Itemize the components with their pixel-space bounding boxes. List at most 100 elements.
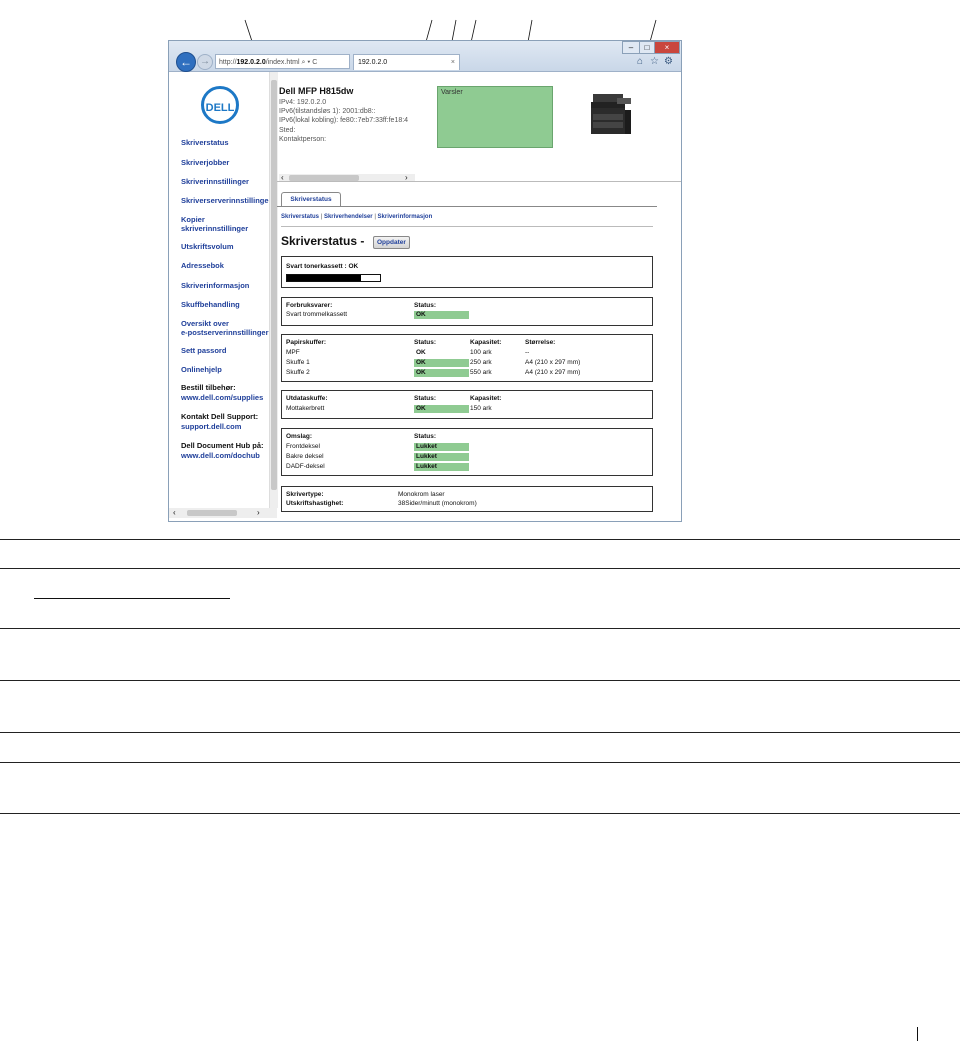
nav-item-tray-management[interactable]: Skuffbehandling <box>181 300 240 309</box>
output-tray-section: Utdataskuffe: Status: Kapasitet: Mottake… <box>281 390 653 419</box>
tab-printer-status[interactable]: Skriverstatus <box>281 192 341 207</box>
maximize-icon[interactable]: □ <box>639 41 655 54</box>
address-controls[interactable]: ⌕ ▾ C <box>302 59 318 66</box>
print-speed-value: 38Sider/minutt (monokrom) <box>398 500 477 507</box>
consumables-section: Forbruksvarer: Status: Svart trommelkass… <box>281 297 653 326</box>
scroll-right-icon[interactable]: › <box>257 508 260 518</box>
printer-type-value: Monokrom laser <box>398 491 445 498</box>
nav-item-online-help[interactable]: Onlinehjelp <box>181 365 222 374</box>
output-tray-name: Mottakerbrett <box>286 405 325 412</box>
ipv6-stateless: IPv6(tilstandsløs 1): 2001:db8:: <box>279 108 376 115</box>
address-prefix: http:// <box>219 59 237 66</box>
browser-window: ← → http://192.0.2.0/index.html ⌕ ▾ C 19… <box>168 40 682 522</box>
nav-item-status[interactable]: Skriverstatus <box>181 138 229 147</box>
cover-name: Bakre deksel <box>286 453 324 460</box>
cover-name: Frontdeksel <box>286 443 320 450</box>
nav-item-jobs[interactable]: Skriverjobber <box>181 158 229 167</box>
settings-gear-icon[interactable]: ⚙ <box>664 56 673 67</box>
page-content: DELL Skriverstatus Skriverjobber Skriver… <box>169 72 681 521</box>
supplies-label: Bestill tilbehør: <box>181 383 236 392</box>
output-tray-capacity: 150 ark <box>470 405 492 412</box>
nav-item-printer-info[interactable]: Skriverinformasjon <box>181 281 249 290</box>
tray-row-size: A4 (210 x 297 mm) <box>525 359 581 366</box>
tab-close-icon[interactable]: × <box>451 55 455 71</box>
tray-row-status: OK <box>414 369 469 377</box>
nav-item-email-overview[interactable]: Oversikt over e-postserverinnstillinger <box>181 319 269 337</box>
header-divider <box>277 181 681 182</box>
sublink-status[interactable]: Skriverstatus <box>281 214 319 220</box>
sublink-separator: | <box>374 214 376 220</box>
page-marker <box>917 1027 918 1041</box>
toner-section: Svart tonerkassett : OK <box>281 256 653 288</box>
tray-row-size: A4 (210 x 297 mm) <box>525 369 581 376</box>
tray-row-capacity: 100 ark <box>470 349 492 356</box>
cover-status: Lukket <box>414 443 469 451</box>
tray-row-status: OK <box>414 359 469 367</box>
tray-row-capacity: 250 ark <box>470 359 492 366</box>
covers-header: Omslag: <box>286 433 313 440</box>
sublink-events[interactable]: Skriverhendelser <box>324 214 373 220</box>
nav-item-server-settings[interactable]: Skriverserverinnstillinger <box>181 196 271 205</box>
underline <box>34 598 230 599</box>
printer-name: Dell MFP H815dw <box>279 86 354 96</box>
left-nav-scrollbar[interactable] <box>269 72 278 508</box>
nav-item-set-password[interactable]: Sett passord <box>181 346 226 355</box>
printer-icon <box>591 94 631 134</box>
trays-capacity-header: Kapasitet: <box>470 339 502 346</box>
drum-label: Svart trommelkassett <box>286 311 348 318</box>
table-rule <box>0 539 960 540</box>
close-icon[interactable]: × <box>654 41 680 54</box>
nav-item-copy-settings[interactable]: Kopier skriverinnstillinger <box>181 215 248 233</box>
paper-trays-section: Papirskuffer: Status: Kapasitet: Størrel… <box>281 334 653 382</box>
home-icon[interactable]: ⌂ <box>637 56 643 67</box>
table-rule <box>0 813 960 814</box>
page-title: Skriverstatus - <box>281 234 365 248</box>
covers-section: Omslag: Status: Frontdeksel Lukket Bakre… <box>281 428 653 476</box>
tray-row-name: Skuffe 1 <box>286 359 310 366</box>
toner-level-bar <box>286 274 381 282</box>
dochub-label: Dell Document Hub på: <box>181 441 264 450</box>
nav-item-printer-settings[interactable]: Skriverinnstillinger <box>181 177 249 186</box>
table-rule <box>0 568 960 569</box>
supplies-link[interactable]: www.dell.com/supplies <box>181 393 263 402</box>
tray-row-name: MPF <box>286 349 300 356</box>
support-link[interactable]: support.dell.com <box>181 422 241 431</box>
tray-row-capacity: 550 ark <box>470 369 492 376</box>
consumables-status-header: Status: <box>414 302 437 309</box>
address-host: 192.0.2.0 <box>236 59 266 66</box>
output-tray-status: OK <box>414 405 469 413</box>
tray-row-name: Skuffe 2 <box>286 369 310 376</box>
dell-logo: DELL <box>201 86 239 124</box>
tab-title: 192.0.2.0 <box>358 59 388 66</box>
nav-item-print-volume[interactable]: Utskriftsvolum <box>181 242 234 251</box>
address-suffix: /index.html <box>265 59 300 66</box>
print-speed-label: Utskriftshastighet: <box>286 500 344 507</box>
left-nav-hscrollbar[interactable]: ‹ › <box>169 508 277 518</box>
forward-arrow-icon[interactable]: → <box>197 54 213 70</box>
browser-toolbar: ← → http://192.0.2.0/index.html ⌕ ▾ C 19… <box>169 41 681 72</box>
ipv4-address: IPv4: 192.0.2.0 <box>279 99 327 106</box>
scroll-left-icon[interactable]: ‹ <box>173 508 176 518</box>
table-rule <box>0 628 960 629</box>
output-status-header: Status: <box>414 395 437 402</box>
alert-area: Varsler <box>437 86 553 148</box>
ipv6-link-local: IPv6(lokal kobling): fe80::7eb7:33ff:fe1… <box>279 117 409 124</box>
scroll-thumb[interactable] <box>271 80 277 490</box>
minimize-icon[interactable]: – <box>622 41 640 54</box>
sublink-separator: | <box>320 214 323 220</box>
cover-status: Lukket <box>414 463 469 471</box>
nav-item-address-book[interactable]: Adressebok <box>181 261 224 270</box>
refresh-button[interactable]: Oppdater <box>373 236 410 249</box>
address-bar[interactable]: http://192.0.2.0/index.html ⌕ ▾ C <box>215 54 350 69</box>
trays-header: Papirskuffer: <box>286 339 327 346</box>
back-arrow-icon[interactable]: ← <box>176 52 196 72</box>
browser-tab[interactable]: 192.0.2.0 × <box>353 54 460 70</box>
alert-label: Varsler <box>441 89 463 96</box>
support-label: Kontakt Dell Support: <box>181 412 259 421</box>
tray-row-status: OK <box>416 349 426 356</box>
sublink-info[interactable]: Skriverinformasjon <box>378 214 433 220</box>
favorites-star-icon[interactable]: ☆ <box>650 56 659 67</box>
hscroll-thumb[interactable] <box>187 510 237 516</box>
dochub-link[interactable]: www.dell.com/dochub <box>181 451 260 460</box>
toner-level-fill <box>287 275 362 281</box>
